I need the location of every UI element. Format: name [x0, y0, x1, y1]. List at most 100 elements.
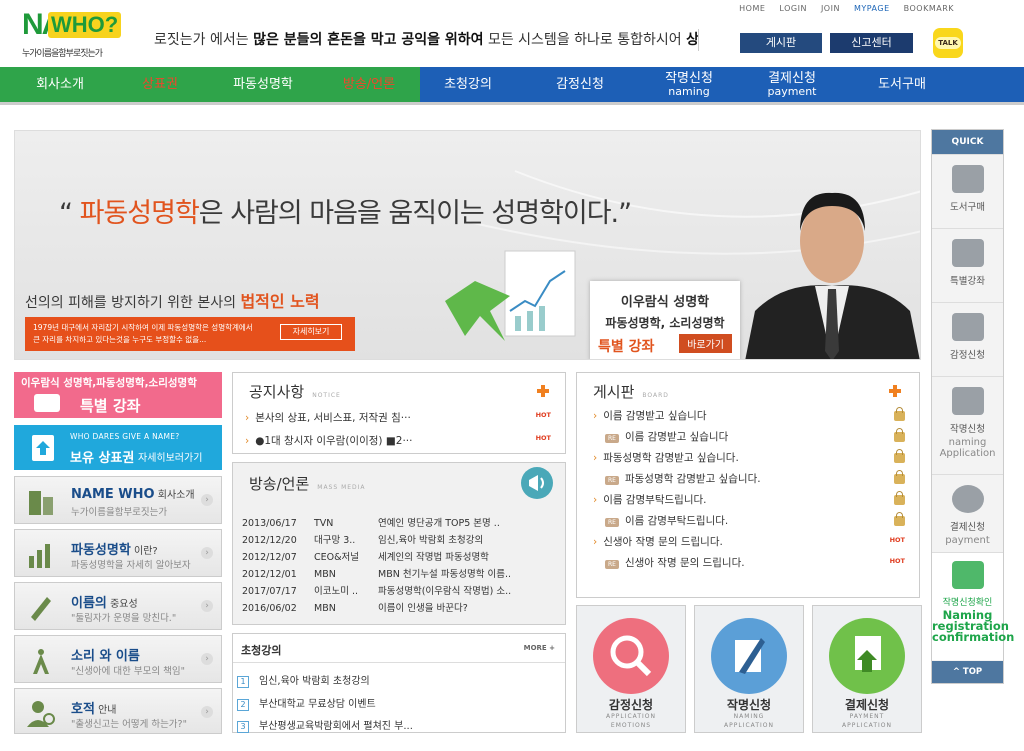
lectures-more-link[interactable]: MORE + — [524, 644, 555, 652]
quick-special-lecture[interactable]: 특별강좌 — [932, 228, 1003, 302]
nav-naming[interactable]: 작명신청 naming — [636, 67, 742, 102]
board-reply-row[interactable]: 이름 감명부탁드립니다. — [605, 513, 728, 528]
nav-lectures[interactable]: 초청강의 — [412, 67, 524, 102]
media-source: 이코노미 .. — [314, 586, 359, 597]
report-center-button[interactable]: 신고센터 — [830, 33, 913, 53]
util-mypage-link[interactable]: MYPAGE — [854, 4, 890, 13]
banner-details-button[interactable]: 자세히보기 — [280, 324, 342, 340]
media-row[interactable]: 2017/07/17 이코노미 .. 파동성명학(이우람식 작명법) 소.. — [242, 583, 511, 597]
board-reply-row[interactable]: 이름 감명받고 싶습니다 — [605, 429, 728, 444]
board-title-text: 게시판 — [593, 383, 635, 401]
card-go-button[interactable]: 바로가기 — [679, 334, 732, 353]
board-row-text: 파동성명학 감명받고 싶습니다. — [624, 473, 761, 485]
kakao-talk-icon[interactable]: TALK — [933, 28, 963, 58]
board-row-text: 이름 감명받고 싶습니다 — [603, 410, 707, 422]
tile-sublabel: PAYMENT APPLICATION — [813, 712, 921, 730]
menu-title-main: 호적 — [71, 702, 95, 717]
quick-label: 도서구매 — [950, 202, 985, 213]
board-reply-row[interactable]: 신생아 작명 문의 드립니다. — [605, 555, 745, 570]
quick-header: QUICK — [932, 130, 1003, 154]
util-bookmark-link[interactable]: BOOKMARK — [904, 4, 954, 13]
nav-books[interactable]: 도서구매 — [842, 67, 962, 102]
naming-application-tile[interactable]: 작명신청 NAMING APPLICATION — [694, 605, 804, 733]
util-login-link[interactable]: LOGIN — [779, 4, 807, 13]
notice-row[interactable]: 본사의 상표, 서비스표, 저작권 침··· — [245, 410, 545, 425]
media-source: MBN — [314, 569, 336, 580]
notice-more-plus-icon[interactable] — [537, 385, 549, 397]
quick-naming[interactable]: 작명신청 naming Application — [932, 376, 1003, 474]
util-home-link[interactable]: HOME — [739, 4, 765, 13]
media-title-text: 방송/언론 — [249, 475, 310, 493]
media-row[interactable]: 2012/12/07 CEO&저널 세계인의 작명법 파동성명학 — [242, 549, 489, 563]
nav-appraisal[interactable]: 감정신청 — [524, 67, 636, 102]
chat-icon — [951, 387, 984, 415]
board-row-text: 이름 감명부탁드립니다. — [603, 494, 707, 506]
lecture-number: 2 — [237, 699, 249, 711]
nav-wave-naming[interactable]: 파동성명학 — [200, 67, 326, 102]
lock-icon — [894, 449, 905, 463]
media-headline: MBN 천기누설 파동성명학 이름.. — [378, 569, 512, 580]
menu-sound-name[interactable]: 소리 와 이름 "신생아에 대한 부모의 책임" › — [14, 635, 222, 683]
marquee-text-2: 모든 시스템을 하나로 통합하시어 — [483, 32, 687, 48]
card-subtitle: 파동성명학, 소리성명학 — [605, 316, 725, 330]
lecture-title: 부산평생교육박람회에서 펼쳐진 부... — [259, 721, 413, 732]
special-lecture-banner[interactable]: 이우람식 성명학,파동성명학,소리성명학 특별 강좌 — [14, 372, 222, 418]
board-row[interactable]: 신생아 작명 문의 드립니다. — [593, 534, 723, 549]
board-row[interactable]: 이름 감명받고 싶습니다 — [593, 408, 706, 423]
scroll-top-button[interactable]: ^ TOP — [932, 661, 1003, 683]
sub-text: 선의의 피해를 방지하기 위한 본사의 — [25, 295, 241, 311]
notice-row[interactable]: ●1대 창시자 이우람(이이정) ■2··· — [245, 433, 545, 448]
media-row[interactable]: 2012/12/01 MBN MBN 천기누설 파동성명학 이름.. — [242, 566, 511, 580]
menu-name-importance[interactable]: 이름의 중요성 "둘림자가 운명을 망친다." › — [14, 582, 222, 630]
hot-badge: HOT — [889, 536, 905, 544]
divider — [233, 662, 565, 663]
quick-books[interactable]: 도서구매 — [932, 154, 1003, 228]
lecture-row[interactable]: 1 임신,육아 박람회 초청강의 — [237, 672, 370, 688]
menu-wave-naming[interactable]: 파동성명학 이란? 파동성명학을 자세히 알아보자 › — [14, 529, 222, 577]
media-source: 대구망 3.. — [314, 535, 356, 546]
tile-label: 결제신청 — [844, 698, 890, 712]
tile-sublabel: APPLICATION EMOTIONS — [577, 712, 685, 730]
payment-application-tile[interactable]: 결제신청 PAYMENT APPLICATION — [812, 605, 922, 733]
tile-sublabel-1: NAMING — [733, 713, 765, 720]
quick-naming-confirmation[interactable]: 작명신청확인 Naming registration confirmation — [932, 552, 1015, 660]
board-more-plus-icon[interactable] — [889, 385, 901, 397]
util-join-link[interactable]: JOIN — [821, 4, 840, 13]
quick-label-en: payment — [945, 535, 990, 546]
menu-desc: "둘림자가 운명을 망친다." — [71, 613, 177, 624]
media-panel: 방송/언론 MASS MEDIA 2013/06/17 TVN 연예인 명단공개 TO… — [232, 462, 566, 625]
trademark-banner[interactable]: WHO DARES GIVE A NAME? 보유 상표권 자세히보러가기 — [14, 425, 222, 470]
chevron-right-icon: › — [201, 494, 213, 506]
appraisal-application-tile[interactable]: 감정신청 APPLICATION EMOTIONS — [576, 605, 686, 733]
quick-label-en: Naming registration confirmation — [932, 608, 1015, 644]
user-search-icon — [27, 701, 55, 727]
site-logo[interactable]: NAME WHO? 누가이름을함부로짓는가 — [22, 8, 122, 60]
media-headline: 임신,육아 박람회 초청강의 — [378, 535, 484, 546]
media-row[interactable]: 2012/12/20 대구망 3.. 임신,육아 박람회 초청강의 — [242, 532, 483, 546]
board-row-text: 이름 감명부탁드립니다. — [624, 515, 729, 527]
nav-label: 도서구매 — [878, 77, 926, 92]
media-row[interactable]: 2013/06/17 TVN 연예인 명단공개 TOP5 본명 .. — [242, 515, 500, 529]
headline-emphasis: 파동성명학 — [79, 198, 200, 229]
lecture-row[interactable]: 3 부산평생교육박람회에서 펼쳐진 부... — [237, 717, 413, 733]
lock-icon — [894, 491, 905, 505]
board-row[interactable]: 파동성명학 감명받고 싶습니다. — [593, 450, 739, 465]
nav-media[interactable]: 방송/언론 — [326, 67, 412, 102]
board-reply-row[interactable]: 파동성명학 감명받고 싶습니다. — [605, 471, 761, 486]
nav-company[interactable]: 회사소개 — [0, 67, 120, 102]
quick-appraisal[interactable]: 감정신청 — [932, 302, 1003, 376]
bar-chart-icon — [29, 544, 50, 568]
menu-family-register[interactable]: 호적 안내 "출생신고는 어떻게 하는가?" › — [14, 688, 222, 734]
media-row[interactable]: 2016/06/02 MBN 이름이 인생을 바꾼다? — [242, 600, 468, 614]
board-row[interactable]: 이름 감명부탁드립니다. — [593, 492, 706, 507]
board-button[interactable]: 게시판 — [740, 33, 822, 53]
menu-company[interactable]: NAME WHO 회사소개 누가이름을함부로짓는가 › — [14, 476, 222, 524]
nav-trademark[interactable]: 상표권 — [120, 67, 200, 102]
nav-payment[interactable]: 결제신청 payment — [742, 67, 842, 102]
lecture-number: 3 — [237, 721, 249, 733]
lectures-panel: 초청강의 MORE + 1 임신,육아 박람회 초청강의 2 부산대학교 무료상담 … — [232, 633, 566, 733]
lecture-row[interactable]: 2 부산대학교 무료상담 이벤트 — [237, 695, 376, 711]
menu-title: 호적 안내 — [71, 698, 117, 717]
quick-payment[interactable]: 결제신청 payment — [932, 474, 1003, 552]
founder-portrait — [745, 192, 920, 359]
